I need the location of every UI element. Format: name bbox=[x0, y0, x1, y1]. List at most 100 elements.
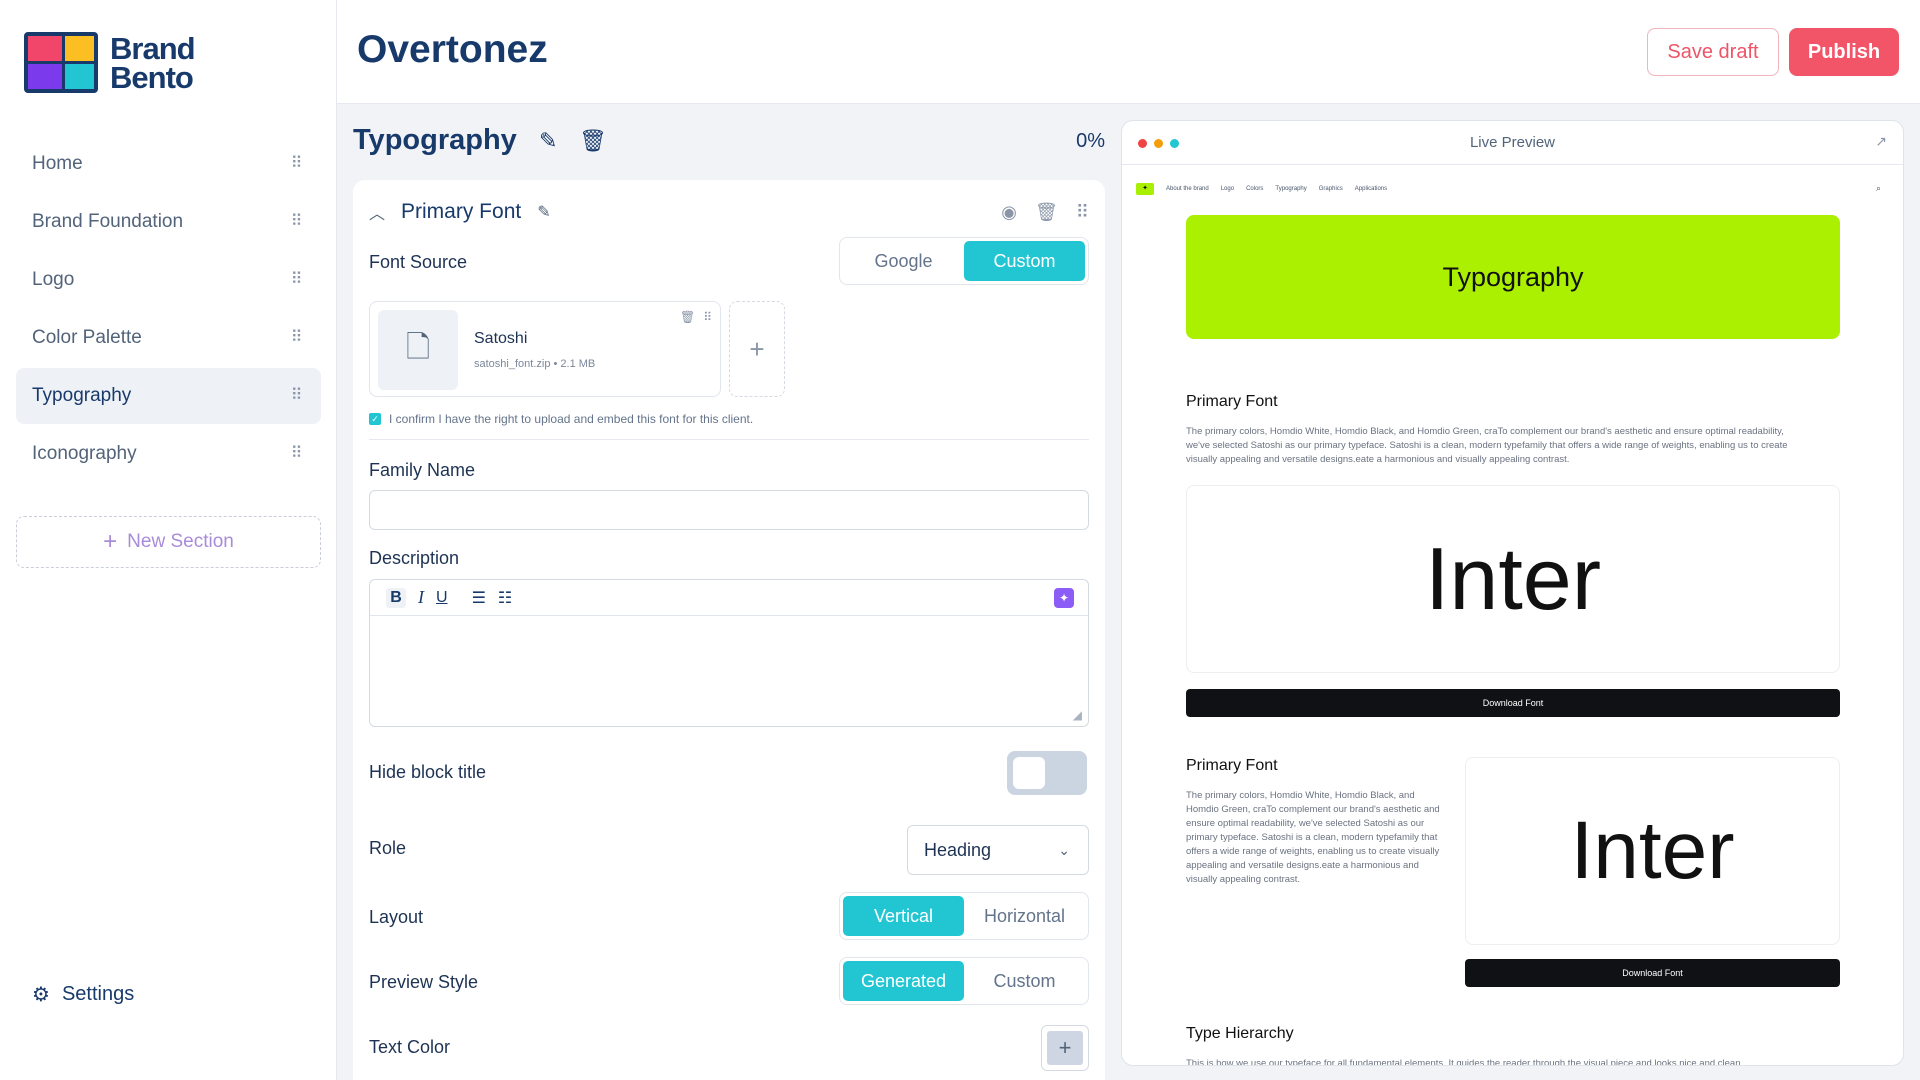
drag-handle-icon[interactable]: ⠿ bbox=[703, 310, 712, 324]
external-link-icon[interactable]: ↗ bbox=[1875, 133, 1887, 150]
settings-label: Settings bbox=[61, 983, 135, 1005]
drag-handle-icon[interactable]: ⠿ bbox=[289, 156, 303, 172]
uploaded-file-card[interactable]: 🗋 Satoshi satoshi_font.zip • 2.1 MB 🗑 ⠿ bbox=[369, 301, 721, 397]
preview-style-toggle: Generated Custom bbox=[839, 957, 1089, 1005]
ai-sparkle-icon[interactable]: ✦ bbox=[1054, 588, 1074, 608]
rights-confirm[interactable]: ✓ I confirm I have the right to upload a… bbox=[369, 412, 753, 426]
preview-body: This is how we use our typeface for all … bbox=[1186, 1058, 1744, 1066]
resize-handle-icon[interactable]: ◢ bbox=[1073, 708, 1082, 722]
settings-link[interactable]: ⚙ Settings bbox=[32, 982, 134, 1007]
bullet-list-icon[interactable]: ☰ bbox=[472, 588, 486, 608]
block-actions: ◉ 🗑 ⠿ bbox=[1001, 202, 1089, 223]
publish-button[interactable]: Publish bbox=[1789, 28, 1899, 76]
eye-icon[interactable]: ◉ bbox=[1001, 202, 1017, 223]
bold-icon[interactable]: B bbox=[386, 587, 406, 608]
role-label: Role bbox=[369, 838, 407, 858]
search-icon[interactable]: ⌕ bbox=[1876, 183, 1881, 194]
sidebar-item-home[interactable]: Home ⠿ bbox=[16, 136, 321, 192]
logo-mark-icon bbox=[24, 32, 98, 93]
sidebar-item-label: Brand Foundation bbox=[32, 211, 184, 232]
font-source-google[interactable]: Google bbox=[843, 241, 964, 281]
trash-icon[interactable]: 🗑 bbox=[680, 310, 695, 324]
drag-handle-icon[interactable]: ⠿ bbox=[289, 272, 303, 288]
drag-handle-icon[interactable]: ⠿ bbox=[289, 214, 303, 230]
preview-nav-item[interactable]: Graphics bbox=[1319, 186, 1343, 192]
edit-pencil-icon[interactable]: ✎ bbox=[539, 128, 557, 154]
chevron-up-icon[interactable]: ︿ bbox=[369, 200, 385, 224]
section-header: Typography ✎ 🗑 0% bbox=[353, 124, 1105, 164]
description-label: Description bbox=[369, 548, 460, 568]
download-font-button[interactable]: Download Font bbox=[1465, 959, 1840, 987]
live-preview: Live Preview ↗ ✦ About the brand Logo Co… bbox=[1121, 120, 1904, 1066]
preview-nav-item[interactable]: Typography bbox=[1275, 186, 1306, 192]
font-specimen: Inter bbox=[1186, 485, 1840, 673]
section-title: Typography bbox=[353, 124, 517, 156]
family-name-label: Family Name bbox=[369, 460, 476, 480]
logo-line-2: Bento bbox=[110, 59, 194, 95]
family-name-input[interactable] bbox=[369, 490, 1089, 530]
hide-title-label: Hide block title bbox=[369, 762, 487, 782]
font-block-panel: ︿ Primary Font ✎ ◉ 🗑 ⠿ Font Source Googl… bbox=[353, 180, 1105, 1080]
chevron-down-icon: ⌄ bbox=[1058, 841, 1070, 858]
edit-pencil-icon[interactable]: ✎ bbox=[537, 202, 550, 222]
hide-title-toggle[interactable] bbox=[1007, 751, 1087, 795]
trash-icon[interactable]: 🗑 bbox=[579, 128, 607, 154]
preview-heading: Primary Font bbox=[1186, 393, 1278, 410]
block-header: ︿ Primary Font ✎ ◉ 🗑 ⠿ bbox=[369, 194, 1089, 230]
checkbox-checked-icon[interactable]: ✓ bbox=[369, 413, 381, 425]
preview-style-custom[interactable]: Custom bbox=[964, 961, 1085, 1001]
preview-style-label: Preview Style bbox=[369, 972, 479, 992]
sidebar: Brand Bento Home ⠿ Brand Foundation ⠿ Lo… bbox=[0, 0, 337, 1080]
progress-percent: 0% bbox=[1076, 130, 1105, 152]
preview-nav-item[interactable]: Colors bbox=[1246, 186, 1263, 192]
add-text-color-button[interactable]: + bbox=[1041, 1025, 1089, 1071]
role-select[interactable]: Heading ⌄ bbox=[907, 825, 1089, 875]
sidebar-item-logo[interactable]: Logo ⠿ bbox=[16, 252, 321, 308]
new-section-button[interactable]: + New Section bbox=[16, 516, 321, 568]
layout-label: Layout bbox=[369, 907, 424, 927]
add-file-button[interactable]: + bbox=[729, 301, 785, 397]
logo-wordmark: Brand Bento bbox=[110, 33, 196, 95]
preview-hero: Typography bbox=[1186, 215, 1840, 339]
description-editor[interactable]: B I U ☰ ☷ ✦ ◢ bbox=[369, 579, 1089, 727]
italic-icon[interactable]: I bbox=[418, 587, 424, 608]
save-draft-button[interactable]: Save draft bbox=[1647, 28, 1779, 76]
font-specimen: Inter bbox=[1465, 757, 1840, 945]
preview-title: Live Preview bbox=[1469, 134, 1556, 151]
rights-confirm-label: I confirm I have the right to upload and… bbox=[389, 412, 754, 426]
drag-handle-icon[interactable]: ⠿ bbox=[289, 446, 303, 462]
sidebar-item-iconography[interactable]: Iconography ⠿ bbox=[16, 426, 321, 482]
sidebar-item-label: Logo bbox=[32, 269, 75, 290]
trash-icon[interactable]: 🗑 bbox=[1035, 202, 1058, 223]
preview-nav-item[interactable]: Logo bbox=[1221, 186, 1234, 192]
underline-icon[interactable]: U bbox=[436, 589, 448, 607]
drag-handle-icon[interactable]: ⠿ bbox=[1076, 202, 1089, 223]
top-bar: Overtonez Save draft Publish bbox=[337, 0, 1920, 104]
sidebar-item-label: Home bbox=[32, 153, 83, 174]
font-source-toggle: Google Custom bbox=[839, 237, 1089, 285]
project-title: Overtonez bbox=[357, 28, 548, 71]
preview-heading: Primary Font bbox=[1186, 757, 1278, 774]
sidebar-item-color-palette[interactable]: Color Palette ⠿ bbox=[16, 310, 321, 366]
sidebar-item-brand-foundation[interactable]: Brand Foundation ⠿ bbox=[16, 194, 321, 250]
divider bbox=[369, 439, 1089, 440]
layout-horizontal[interactable]: Horizontal bbox=[964, 896, 1085, 936]
drag-handle-icon[interactable]: ⠿ bbox=[289, 388, 303, 404]
sidebar-item-typography[interactable]: Typography ⠿ bbox=[16, 368, 321, 424]
drag-handle-icon[interactable]: ⠿ bbox=[289, 330, 303, 346]
preview-heading: Type Hierarchy bbox=[1186, 1025, 1294, 1042]
preview-logo-icon[interactable]: ✦ bbox=[1136, 183, 1154, 195]
preview-body: The primary colors, Homdio White, Homdio… bbox=[1186, 426, 1788, 465]
plus-icon: + bbox=[749, 333, 765, 364]
numbered-list-icon[interactable]: ☷ bbox=[498, 588, 512, 608]
sidebar-item-label: Typography bbox=[32, 385, 132, 406]
brand-logo[interactable]: Brand Bento bbox=[24, 32, 196, 95]
layout-vertical[interactable]: Vertical bbox=[843, 896, 964, 936]
file-meta: satoshi_font.zip • 2.1 MB bbox=[474, 358, 596, 370]
plus-icon: + bbox=[1047, 1031, 1083, 1065]
font-source-custom[interactable]: Custom bbox=[964, 241, 1085, 281]
preview-nav-item[interactable]: About the brand bbox=[1166, 186, 1209, 192]
preview-nav-item[interactable]: Applications bbox=[1355, 186, 1387, 192]
download-font-button[interactable]: Download Font bbox=[1186, 689, 1840, 717]
preview-style-generated[interactable]: Generated bbox=[843, 961, 964, 1001]
